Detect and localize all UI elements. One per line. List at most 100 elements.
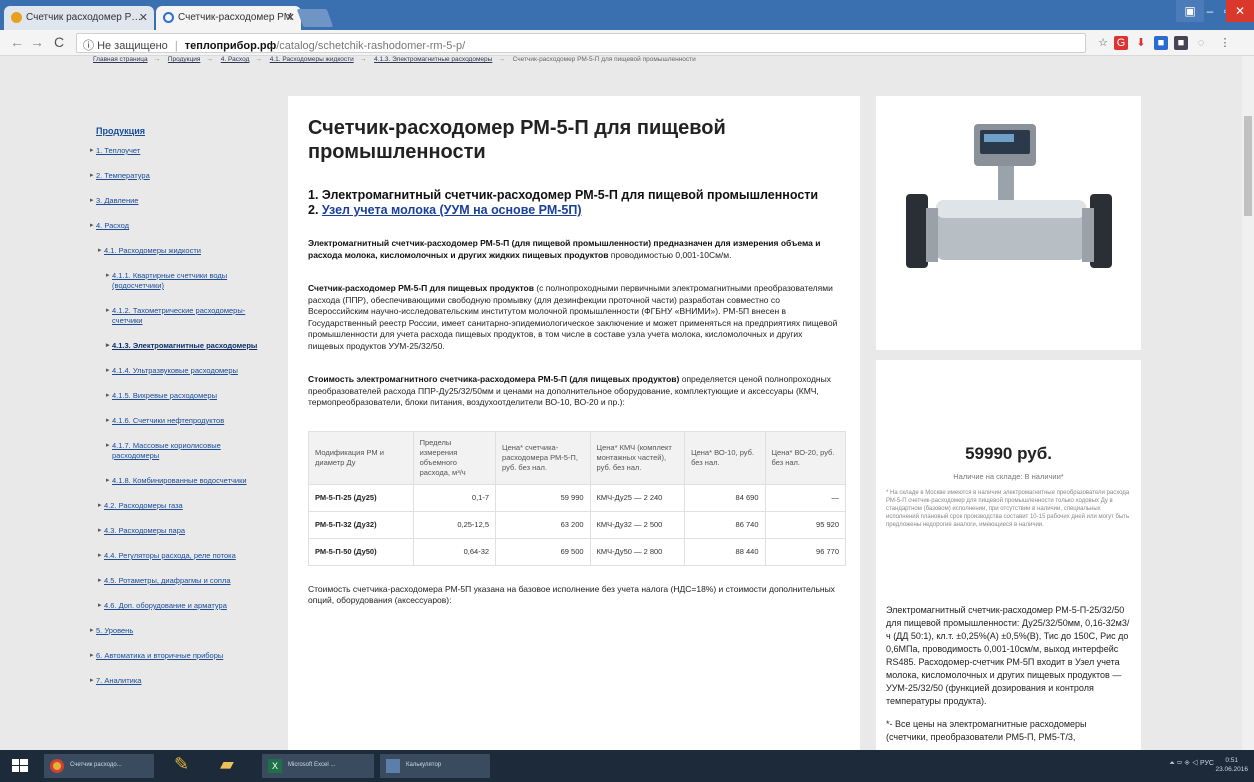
sidebar-item[interactable]: 4.1. Расходомеры жидкости [90,246,270,256]
address-bar[interactable]: ⓘ Не защищено | теплоприбор.рф/catalog/s… [76,33,1086,53]
taskbar-label: Калькулятор [406,762,442,768]
sidebar-item[interactable]: 4.5. Ротаметры, диафрагмы и сопла [90,576,270,586]
extension-icon[interactable]: ■ [1174,36,1188,50]
clock-date: 23.06.2016 [1215,766,1248,773]
sidebar-item[interactable]: 4.1.1. Квартирные счетчики воды (водосче… [90,271,270,291]
browser-tab-2[interactable]: Счетчик-расходомер РМ ✕ [156,6,301,30]
extension-icon[interactable]: G [1114,36,1128,50]
system-tray[interactable]: ⏶ ▭ ◈ ◁ РУС [1169,760,1214,768]
stock-status: Наличие на складе: В наличии* [953,472,1064,481]
sidebar-item-active[interactable]: 4.1.3. Электромагнитные расходомеры [90,341,270,351]
browser-toolbar: ← → C ⓘ Не защищено | теплоприбор.рф/cat… [0,30,1254,56]
taskbar-calculator[interactable]: Калькулятор [380,754,490,778]
sidebar-item[interactable]: 4.1.4. Ультразвуковые расходомеры [90,366,270,376]
sidebar-item[interactable]: 4. Расход [90,221,270,231]
sidebar-heading[interactable]: Продукция [90,126,270,136]
sidebar-item[interactable]: 5. Уровень [90,626,270,636]
column-header: Модификация РМ и диаметр Ду [308,430,414,485]
info-icon[interactable]: ⓘ [83,40,94,52]
category-sidebar: Продукция 1. Теплоучет 2. Температура 3.… [90,126,270,701]
price-bold: Стоимость электромагнитного счетчика-рас… [308,374,680,384]
scrollbar-thumb[interactable] [1244,116,1252,216]
breadcrumb-link[interactable]: Главная страница [93,56,148,63]
milk-metering-link[interactable]: Узел учета молока (УУМ на основе РМ-5П) [322,203,582,217]
back-arrow-icon[interactable]: ← [10,34,24,50]
description-rest: (с полнопроходными первичными электромаг… [308,283,838,351]
breadcrumb: Главная страница → Продукция → 4. Расход → … [93,56,696,63]
page-title: Счетчик-расходомер РМ-5-П для пищевой пр… [308,117,726,163]
sidebar-item[interactable]: 4.6. Доп. оборудование и арматура [90,601,270,611]
sidebar-item[interactable]: 4.3. Расходомеры пара [90,526,270,536]
breadcrumb-link[interactable]: 4.1.3. Электромагнитные расходомеры [374,56,492,63]
url-host: теплоприбор.рф [184,40,277,52]
table-cell: 84 690 [684,483,766,512]
browser-tab-bar: Счетчик расходомер Р… ✕ Счетчик-расходом… [0,0,1254,30]
windows-start-icon[interactable] [8,754,32,778]
tab-title: Счетчик расходомер Р… [26,12,142,23]
table-header-row: Модификация РМ и диаметр Ду Пределы изме… [308,430,846,485]
sidebar-item[interactable]: 3. Давление [90,196,270,206]
close-tab-icon[interactable]: ✕ [139,11,148,24]
table-cell: 88 440 [684,537,766,566]
input-language: РУС [1199,760,1214,767]
table-cell: РМ-5-П-32 (Ду32) [308,510,414,539]
breadcrumb-link[interactable]: Продукция [168,56,201,63]
table-cell: РМ-5-П-25 (Ду25) [308,483,414,512]
table-cell: КМЧ-Ду25 — 2 240 [589,483,686,512]
os-taskbar: Счетчик расходо... ✎ ▰ X Microsoft Excel… [0,750,1254,782]
sidebar-item[interactable]: 4.1.7. Массовые кориолисовые расходомеры [90,441,270,461]
price-paragraph: Стоимость электромагнитного счетчика-рас… [308,374,840,409]
section-heading-2: 2. Узел учета молока (УУМ на основе РМ-5… [308,203,840,218]
product-summary: Электромагнитный счетчик-расходомер РМ-5… [876,582,1141,750]
sidebar-item[interactable]: 4.4. Регуляторы расхода, реле потока [90,551,270,561]
sidebar-item[interactable]: 7. Аналитика [90,676,270,686]
browser-tab-1[interactable]: Счетчик расходомер Р… ✕ [4,6,154,30]
breadcrumb-link[interactable]: 4. Расход [221,56,250,63]
bookmark-star-icon[interactable]: ☆ [1096,36,1110,50]
forward-arrow-icon[interactable]: → [30,34,44,50]
table-cell: 0,64-32 [412,537,497,566]
price-table: Модификация РМ и диаметр Ду Пределы изме… [308,430,846,566]
column-header: Цена* счетчика-расходомера РМ-5-П, руб. … [495,430,591,485]
sidebar-item[interactable]: 1. Теплоучет [90,146,270,156]
section-heading-1: 1. Электромагнитный счетчик-расходомер Р… [308,188,819,202]
tools-icon[interactable]: ✎ [168,754,198,778]
folder-icon[interactable]: ▰ [214,754,244,778]
taskbar-excel[interactable]: X Microsoft Excel ... [262,754,374,778]
chrome-icon [50,759,64,773]
shield-icon[interactable]: ◌ [1194,36,1208,50]
summary-footnote: *- Все цены на электромагнитные расходом… [886,719,1087,742]
calculator-icon [386,759,400,773]
intro-rest: проводимостью 0,001-10См/м. [608,249,732,260]
reload-icon[interactable]: C [54,34,64,50]
table-cell: 69 500 [495,537,591,566]
sidebar-item[interactable]: 2. Температура [90,171,270,181]
description-paragraph: Счетчик-расходомер РМ-5-П для пищевых пр… [308,283,840,352]
product-image[interactable] [876,96,1141,350]
sidebar-item[interactable]: 4.1.6. Счетчики нефтепродуктов [90,416,270,426]
sidebar-item[interactable]: 4.1.8. Комбинированные водосчетчики [90,476,270,486]
close-window-button[interactable]: ✕ [1226,0,1254,22]
menu-dots-icon[interactable]: ⋮ [1218,36,1232,50]
table-cell: 0,25-12,5 [412,510,497,539]
close-tab-icon[interactable]: ✕ [286,11,295,24]
sidebar-item[interactable]: 4.1.5. Вихревые расходомеры [90,391,270,401]
breadcrumb-link[interactable]: 4.1. Расходомеры жидкости [270,56,354,63]
table-cell: КМЧ-Ду32 — 2 500 [589,510,686,539]
table-cell: 96 770 [764,537,846,566]
site-favicon-icon [11,12,22,23]
sidebar-item[interactable]: 6. Автоматика и вторичные приборы [90,651,270,661]
download-arrow-icon[interactable]: ⬇ [1134,36,1148,50]
page-scrollbar[interactable] [1242,56,1254,750]
tab-title: Счетчик-расходомер РМ [178,12,293,23]
sidebar-item[interactable]: 4.1.2. Тахометрические расходомеры-счетч… [90,306,270,326]
taskbar-clock[interactable]: 0:51 23.06.2016 [1215,756,1248,774]
column-header: Цена* КМЧ (комплект монтажных частей), р… [589,430,686,485]
url-path: /catalog/schetchik-rashodomer-rm-5-p/ [276,40,466,52]
table-cell: 0,1-7 [412,483,497,512]
sidebar-item[interactable]: 4.2. Расходомеры газа [90,501,270,511]
taskbar-chrome[interactable]: Счетчик расходо... [44,754,154,778]
extension-icon[interactable]: ■ [1154,36,1168,50]
column-header: Цена* ВО-10, руб. без нал. [684,430,766,485]
new-tab-button[interactable] [296,9,334,27]
